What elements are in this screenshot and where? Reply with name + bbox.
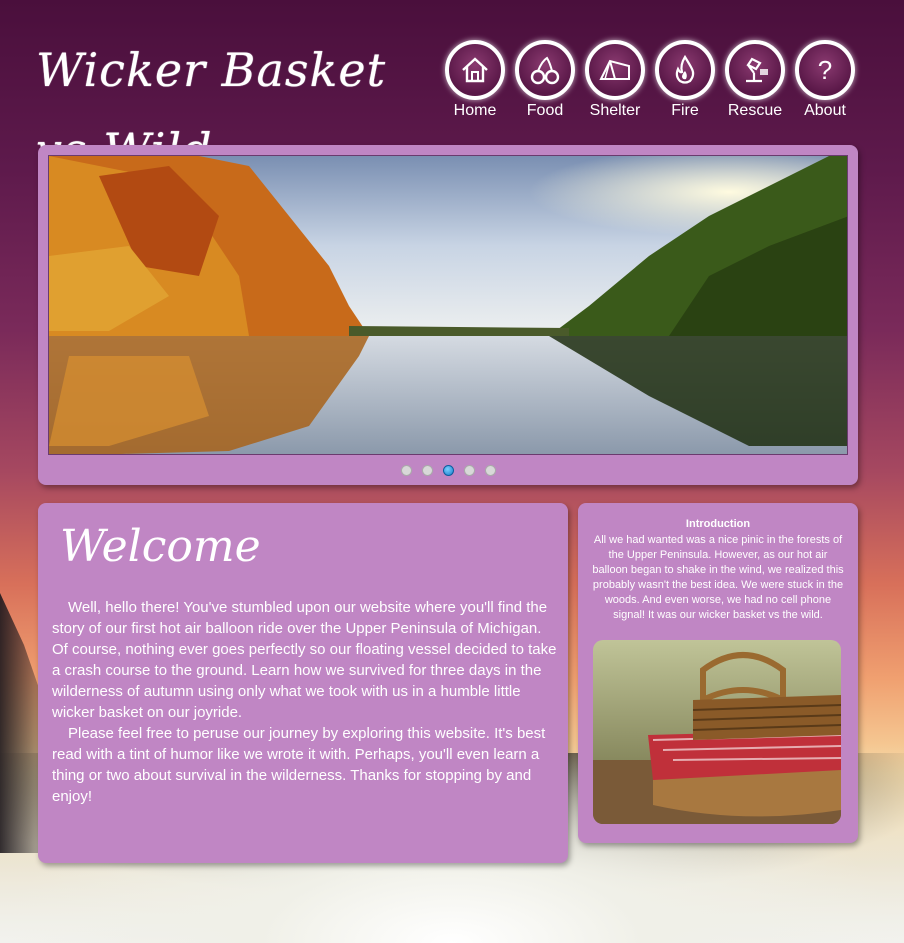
- welcome-panel: Welcome Well, hello there! You've stumbl…: [38, 503, 568, 863]
- nav-label: Home: [453, 102, 497, 119]
- nav-item-home[interactable]: Home: [440, 40, 510, 120]
- main-nav: Home Food Shelter Fire Rescue ? About: [440, 40, 860, 120]
- site-logo[interactable]: Wicker Basket vs Wild: [36, 30, 436, 177]
- nav-label: Shelter: [589, 102, 641, 119]
- nav-item-fire[interactable]: Fire: [650, 40, 720, 120]
- flame-icon[interactable]: [655, 40, 715, 100]
- nav-item-shelter[interactable]: Shelter: [580, 40, 650, 120]
- tent-icon[interactable]: [585, 40, 645, 100]
- slider-dot[interactable]: [400, 465, 412, 476]
- picnic-basket-image: [593, 640, 841, 824]
- slider-dot-active[interactable]: [442, 465, 454, 476]
- image-slider: [38, 145, 858, 485]
- home-icon[interactable]: [445, 40, 505, 100]
- intro-text: All we had wanted was a nice pinic in th…: [592, 534, 844, 621]
- nav-label: Food: [526, 102, 564, 119]
- question-icon[interactable]: ?: [795, 40, 855, 100]
- nav-item-about[interactable]: ? About: [790, 40, 860, 120]
- welcome-text: Well, hello there! You've stumbled upon …: [52, 597, 557, 807]
- nav-label: Rescue: [727, 102, 783, 119]
- slider-dot[interactable]: [421, 465, 433, 476]
- welcome-title: Welcome: [60, 521, 261, 572]
- svg-text:?: ?: [818, 55, 832, 85]
- intro-title: Introduction: [685, 518, 751, 530]
- slider-dot[interactable]: [484, 465, 496, 476]
- welcome-paragraph: Please feel free to peruse our journey b…: [52, 725, 546, 805]
- intro-panel: Introduction All we had wanted was a nic…: [578, 503, 858, 843]
- nav-item-food[interactable]: Food: [510, 40, 580, 120]
- slider-dot[interactable]: [463, 465, 475, 476]
- nav-label: About: [804, 102, 846, 119]
- nav-label: Fire: [671, 102, 699, 119]
- nav-item-rescue[interactable]: Rescue: [720, 40, 790, 120]
- slide-image[interactable]: [48, 155, 848, 455]
- cherries-icon[interactable]: [515, 40, 575, 100]
- welcome-paragraph: Well, hello there! You've stumbled upon …: [52, 599, 557, 721]
- slider-dots: [38, 465, 858, 476]
- lamp-icon[interactable]: [725, 40, 785, 100]
